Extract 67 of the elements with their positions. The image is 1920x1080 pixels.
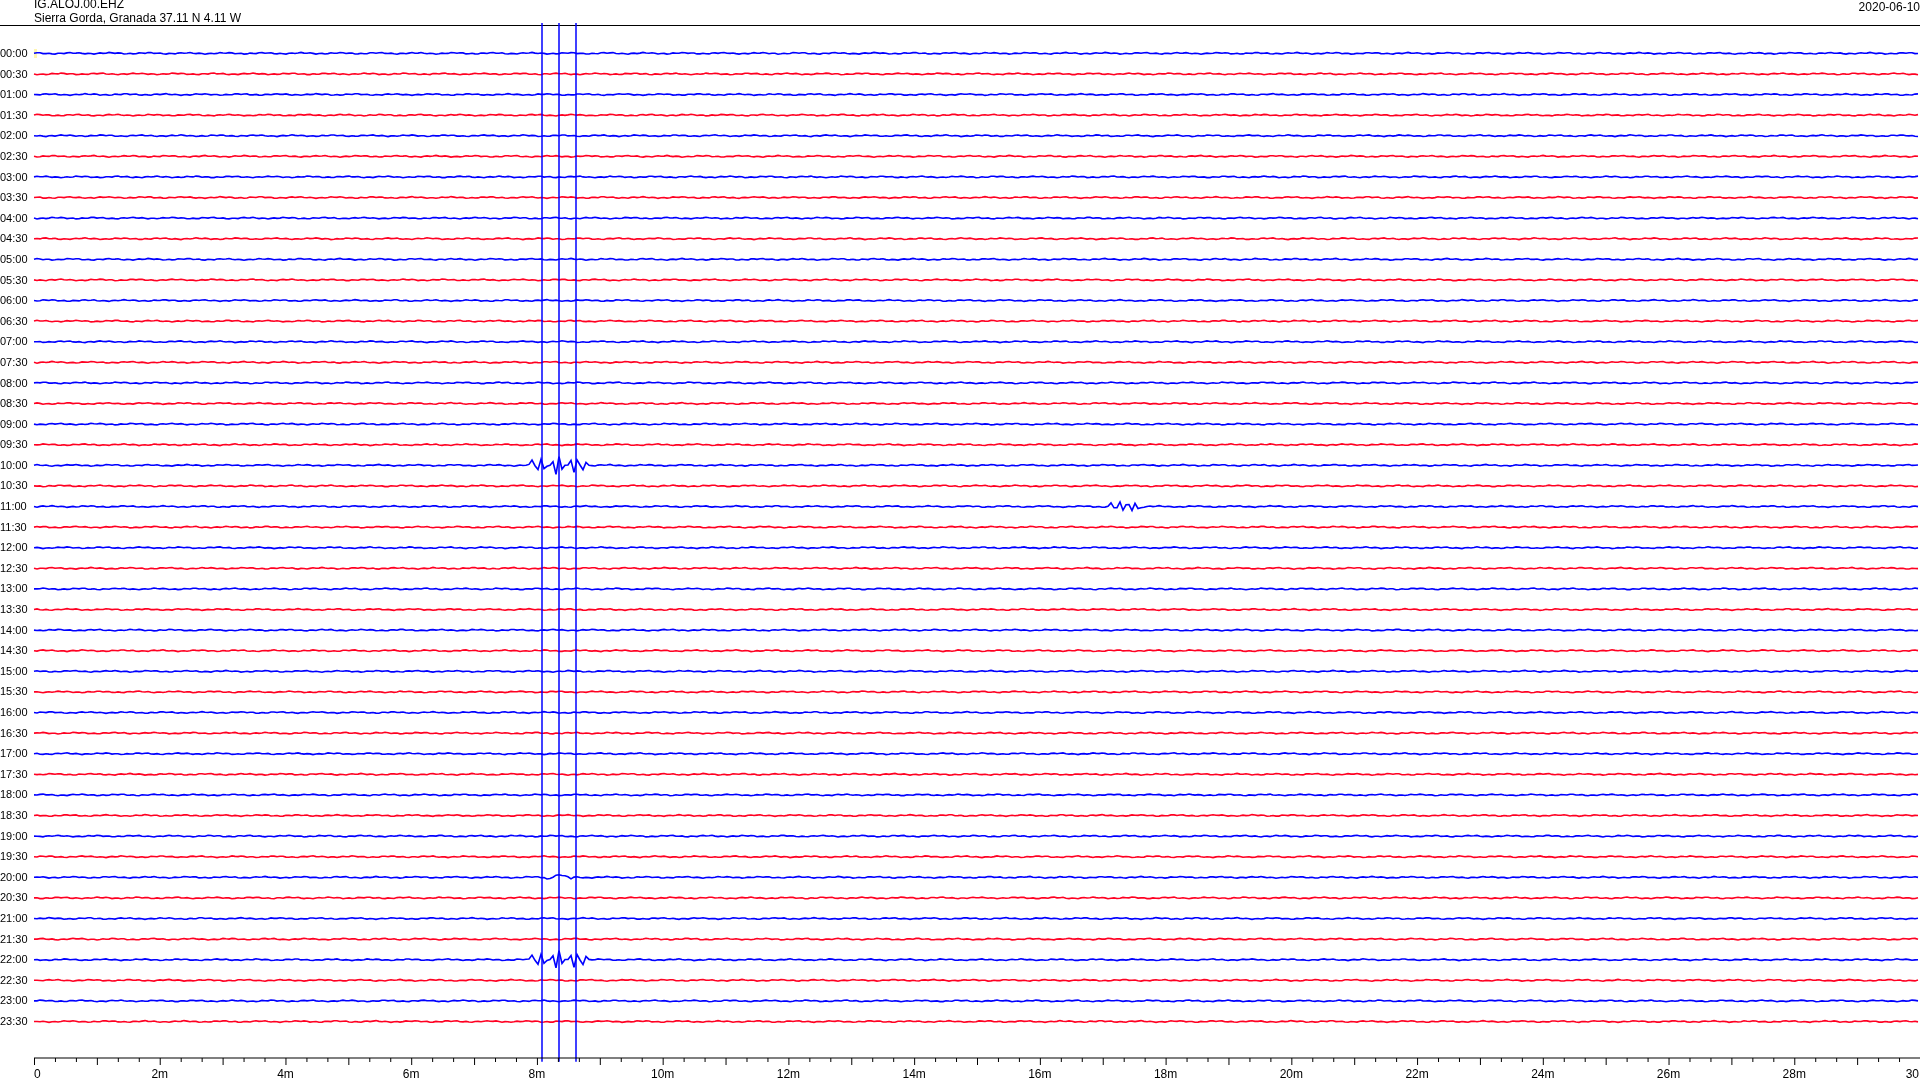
time-label: 06:00 <box>0 293 29 309</box>
record-date: 2020-06-10 <box>1858 0 1920 16</box>
time-label: 00:30 <box>0 66 29 82</box>
time-label: 14:30 <box>0 643 29 659</box>
time-label: 17:30 <box>0 766 29 782</box>
time-label: 09:30 <box>0 437 29 453</box>
axis-label: 14m <box>902 1066 926 1080</box>
station-location: Sierra Gorda, Granada 37.11 N 4.11 W <box>34 11 241 25</box>
station-code: IG.ALOJ.00.EHZ <box>34 0 126 11</box>
time-label: 03:00 <box>0 169 29 185</box>
time-label: 15:00 <box>0 663 29 679</box>
time-label: 04:30 <box>0 231 29 247</box>
time-label: 16:30 <box>0 725 29 741</box>
time-label: 07:00 <box>0 334 29 350</box>
axis-label: 6m <box>402 1066 420 1080</box>
time-label: 08:30 <box>0 396 29 412</box>
time-label: 05:30 <box>0 272 29 288</box>
axis-label: 18m <box>1153 1066 1178 1080</box>
axis-label: 30 <box>1905 1066 1919 1080</box>
axis-label: 20m <box>1279 1066 1303 1080</box>
time-label: 19:00 <box>0 828 29 844</box>
time-label: 07:30 <box>0 354 29 370</box>
time-label: 09:00 <box>0 416 29 432</box>
time-label: 16:00 <box>0 705 29 720</box>
time-label: 03:30 <box>0 190 29 206</box>
time-label: 12:30 <box>0 560 29 576</box>
time-label: 19:30 <box>0 849 29 865</box>
time-label: 23:00 <box>0 993 29 1009</box>
time-label: 00:00 <box>0 46 29 61</box>
axis-label: 22m <box>1405 1066 1429 1080</box>
time-label: 20:30 <box>0 890 29 906</box>
time-label: 22:00 <box>0 952 29 968</box>
time-label: 13:00 <box>0 581 29 597</box>
time-label: 18:30 <box>0 807 29 823</box>
time-label: 01:00 <box>0 87 29 103</box>
time-label: 06:30 <box>0 313 29 329</box>
axis-label: 4m <box>277 1066 294 1080</box>
time-label: 18:00 <box>0 787 29 803</box>
time-label: 04:00 <box>0 210 29 226</box>
axis-label: 16m <box>1028 1066 1052 1080</box>
time-label: 10:00 <box>0 457 29 473</box>
time-label: 11:00 <box>0 499 28 515</box>
time-label: 11:30 <box>0 519 28 535</box>
axis-label: 28m <box>1782 1066 1806 1080</box>
axis-label: 10m <box>651 1066 675 1080</box>
time-label: 17:00 <box>0 746 29 762</box>
axis-label: 26m <box>1656 1066 1681 1080</box>
time-label: 13:30 <box>0 602 29 618</box>
time-label: 21:00 <box>0 910 29 926</box>
time-label: 15:30 <box>0 684 29 700</box>
time-label: 12:00 <box>0 540 29 556</box>
time-label: 08:00 <box>0 375 29 391</box>
time-label: 05:00 <box>0 251 29 267</box>
time-label: 20:00 <box>0 869 29 885</box>
axis-label: 0 <box>34 1066 41 1080</box>
time-label: 10:30 <box>0 478 29 494</box>
time-label: 22:30 <box>0 972 29 988</box>
time-label: 02:30 <box>0 148 29 164</box>
time-label: 01:30 <box>0 107 29 123</box>
time-label: 23:30 <box>0 1013 29 1029</box>
axis-label: 2m <box>151 1066 169 1080</box>
time-label: 02:00 <box>0 128 29 144</box>
axis-label: 12m <box>776 1066 801 1080</box>
time-label: 21:30 <box>0 931 29 947</box>
axis-label: 24m <box>1531 1066 1555 1080</box>
axis-label: 8m <box>528 1066 546 1080</box>
time-label: 14:00 <box>0 622 29 638</box>
